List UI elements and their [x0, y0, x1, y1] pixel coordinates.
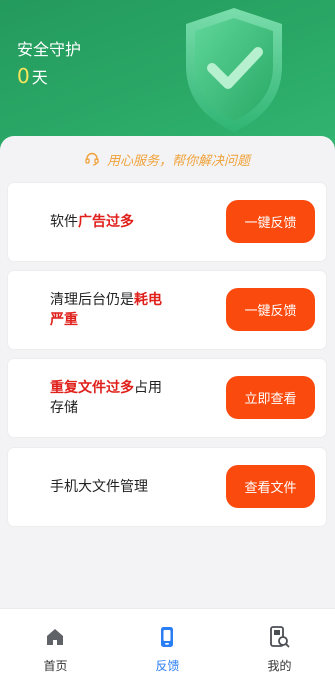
days-counter: 0天 [17, 64, 48, 88]
days-count: 0 [17, 64, 30, 88]
view-files-button[interactable]: 查看文件 [226, 465, 315, 508]
feedback-button[interactable]: 一键反馈 [226, 200, 315, 243]
card-text-highlight: 广告过多 [78, 214, 134, 230]
slogan-text: 用心服务，帮你解决问题 [106, 153, 250, 169]
tab-feedback[interactable]: 反馈 [112, 609, 223, 677]
service-slogan: 用心服务，帮你解决问题 [0, 149, 335, 169]
large-files-card: 手机大文件管理 查看文件 [8, 448, 326, 526]
view-now-button[interactable]: 立即查看 [226, 376, 315, 419]
headset-icon [85, 152, 99, 166]
card-text-highlight: 重复文件过多 [50, 380, 134, 396]
tab-label: 首页 [43, 659, 68, 673]
feedback-card-battery: 清理后台仍是耗电严重 一键反馈 [8, 271, 326, 349]
card-text-plain: 软件 [50, 214, 78, 230]
days-unit: 天 [31, 68, 48, 87]
card-text: 重复文件过多占用存储 [50, 378, 172, 418]
card-text: 清理后台仍是耗电严重 [50, 290, 172, 330]
card-text-plain: 清理后台仍是 [50, 292, 134, 308]
profile-phone-icon [270, 626, 290, 648]
safe-guard-title: 安全守护 [17, 40, 82, 59]
phone-icon [161, 627, 173, 647]
tab-label: 我的 [267, 659, 292, 673]
feedback-button[interactable]: 一键反馈 [226, 288, 315, 331]
feedback-card-ads: 软件广告过多 一键反馈 [8, 183, 326, 261]
tab-mine[interactable]: 我的 [224, 609, 335, 677]
card-text: 手机大文件管理 [50, 479, 148, 495]
tab-label: 反馈 [155, 659, 180, 673]
bottom-tab-bar: 首页 反馈 我的 [0, 608, 335, 677]
home-icon [47, 629, 63, 645]
tab-home[interactable]: 首页 [0, 609, 111, 677]
card-text: 软件广告过多 [50, 212, 180, 232]
duplicate-files-card: 重复文件过多占用存储 立即查看 [8, 359, 326, 437]
shield-check-icon [178, 4, 290, 136]
